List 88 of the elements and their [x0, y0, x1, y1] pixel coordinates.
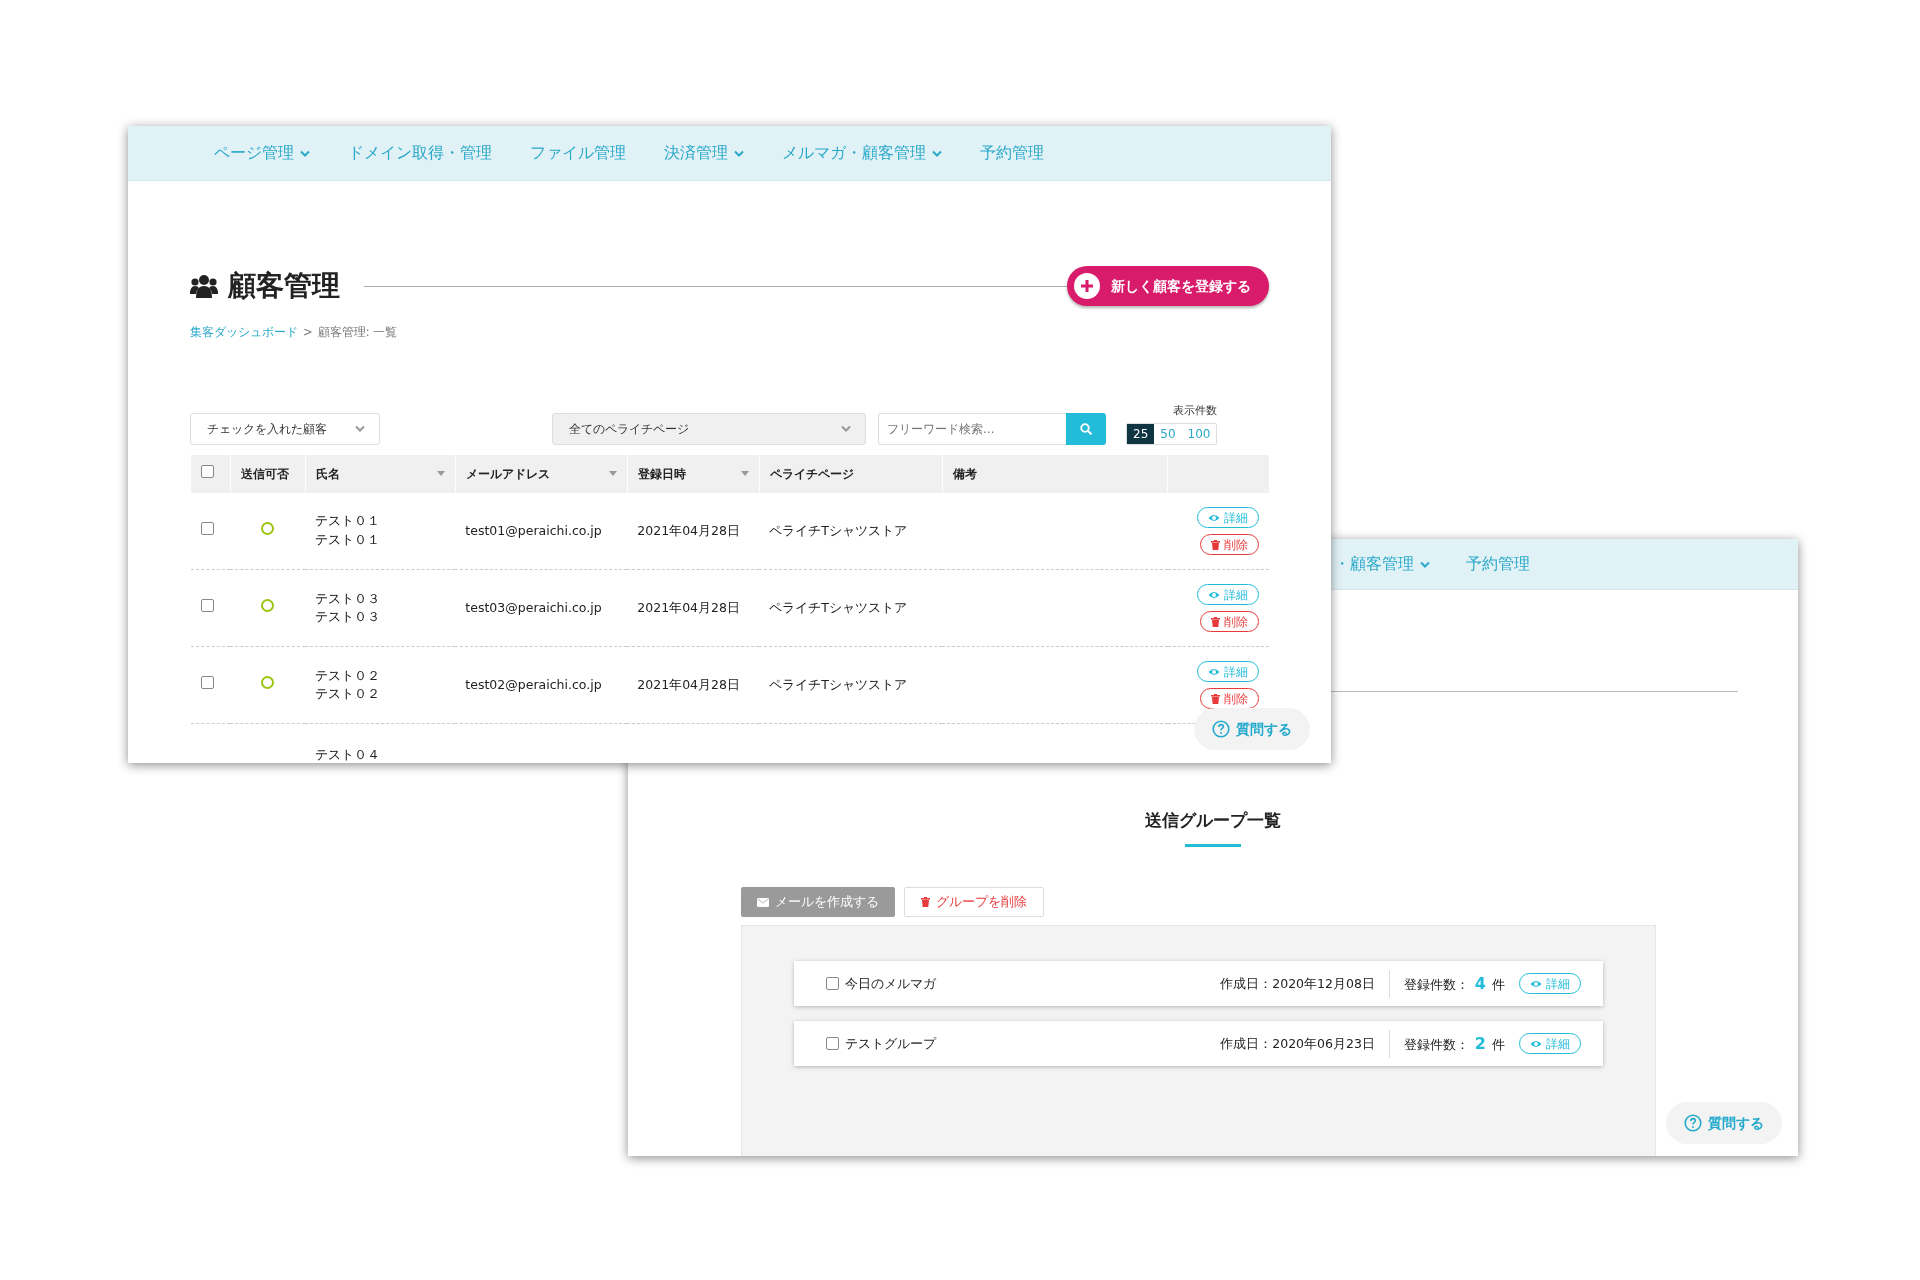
- delete-button[interactable]: 削除: [1200, 688, 1259, 710]
- name-text: テスト０３: [315, 589, 382, 608]
- question-icon: [1684, 1114, 1702, 1132]
- email-text: test03@peraichi.co.jp: [465, 599, 602, 615]
- search-icon: [1080, 422, 1092, 435]
- checkbox[interactable]: [200, 521, 214, 535]
- detail-button[interactable]: 詳細: [1197, 507, 1259, 528]
- count-unit: 件: [1492, 975, 1505, 994]
- name-text: テスト０３: [315, 608, 382, 627]
- help-button[interactable]: 質問する: [1666, 1102, 1782, 1144]
- nav-link[interactable]: ファイル管理: [530, 141, 626, 165]
- delete-button[interactable]: 削除: [1200, 534, 1259, 555]
- count-unit: 件: [1492, 1035, 1505, 1054]
- eye-icon: [1208, 667, 1220, 676]
- date-text: 2021年04月28日: [637, 676, 740, 692]
- checkbox[interactable]: [826, 977, 839, 991]
- nav-link[interactable]: 決済管理: [664, 141, 744, 165]
- group-name: テストグループ: [845, 1034, 936, 1053]
- delete-group-button[interactable]: グループを削除: [904, 887, 1044, 918]
- breadcrumb-link[interactable]: 集客ダッシュボード: [190, 324, 298, 342]
- trash-icon: [921, 897, 930, 908]
- new-customer-button[interactable]: 新しく顧客を登録する: [1067, 266, 1269, 306]
- page-text: ペライチTシャツストア: [769, 522, 907, 538]
- trash-icon: [1211, 616, 1220, 627]
- page-select[interactable]: 全てのペライチページ: [552, 412, 866, 445]
- bulk-select[interactable]: チェックを入れた顧客: [190, 412, 380, 445]
- search-field[interactable]: フリーワード検索...: [878, 412, 1066, 445]
- title-underline: [1185, 844, 1241, 848]
- checkbox[interactable]: [200, 598, 214, 612]
- detail-button[interactable]: 詳細: [1519, 973, 1581, 995]
- chevron-icon: [841, 425, 851, 433]
- name-text: テスト０１: [315, 512, 382, 531]
- date-text: 2021年04月28日: [637, 522, 740, 538]
- sort-icon: [740, 471, 749, 477]
- email-text: test01@peraichi.co.jp: [465, 522, 602, 538]
- breadcrumb-current: 顧客管理: 一覧: [317, 324, 398, 341]
- checkbox[interactable]: [826, 1037, 839, 1051]
- question-icon: [1212, 720, 1230, 738]
- chevron-icon: [734, 149, 744, 157]
- page-size-option[interactable]: 25: [1127, 423, 1155, 444]
- chevron-icon: [1420, 560, 1430, 568]
- name-text: テスト０１: [315, 531, 382, 549]
- envelope-icon: [757, 897, 769, 907]
- detail-button[interactable]: 詳細: [1519, 1033, 1581, 1055]
- date-text: 2021年04月28日: [637, 599, 740, 615]
- count-value: 4: [1474, 972, 1486, 995]
- nav-link[interactable]: ドメイン取得・管理: [348, 141, 492, 165]
- group-name: 今日のメルマガ: [845, 974, 936, 993]
- count-label: 登録件数：: [1403, 1035, 1469, 1054]
- people-icon: [190, 274, 218, 298]
- created-date: 作成日：2020年06月23日: [1220, 1029, 1390, 1058]
- trash-icon: [1211, 693, 1220, 704]
- nav-link[interactable]: 予約管理: [1466, 552, 1530, 576]
- page-text: ペライチTシャツストア: [769, 599, 907, 615]
- checkbox[interactable]: [200, 675, 214, 689]
- help-button[interactable]: 質問する: [1194, 708, 1310, 750]
- count-label: 登録件数：: [1403, 975, 1469, 994]
- sort-icon: [608, 471, 617, 477]
- created-date: 作成日：2020年12月08日: [1220, 969, 1390, 998]
- page-size-label: 表示件数: [1173, 403, 1218, 420]
- detail-button[interactable]: 詳細: [1197, 584, 1259, 606]
- chevron-icon: [932, 149, 942, 157]
- nav-link[interactable]: ・顧客管理: [1334, 552, 1430, 576]
- checkbox[interactable]: [201, 464, 214, 478]
- detail-button[interactable]: 詳細: [1197, 661, 1259, 683]
- chevron-icon: [355, 425, 365, 433]
- chevron-icon: [300, 149, 310, 157]
- eye-icon: [1208, 513, 1220, 522]
- nav-link[interactable]: 予約管理: [980, 141, 1044, 165]
- email-text: test02@peraichi.co.jp: [465, 676, 602, 692]
- page-title: 顧客管理: [228, 269, 340, 303]
- search-button[interactable]: [1066, 412, 1106, 445]
- name-text: テスト０４: [315, 746, 382, 763]
- eye-icon: [1530, 979, 1542, 988]
- name-text: テスト０２: [315, 685, 382, 704]
- sort-icon: [436, 471, 445, 477]
- name-text: テスト０２: [315, 666, 382, 685]
- eye-icon: [1208, 590, 1220, 599]
- count-value: 2: [1474, 1032, 1486, 1055]
- page-text: ペライチTシャツストア: [769, 676, 907, 692]
- trash-icon: [1211, 539, 1220, 550]
- plus-icon: [1073, 272, 1101, 300]
- delete-button[interactable]: 削除: [1200, 611, 1259, 633]
- breadcrumb-separator: >: [303, 324, 313, 341]
- eye-icon: [1530, 1039, 1542, 1048]
- nav-link[interactable]: メルマガ・顧客管理: [782, 141, 942, 165]
- nav-link[interactable]: ページ管理: [214, 141, 310, 165]
- section-title: 送信グループ一覧: [1144, 810, 1282, 831]
